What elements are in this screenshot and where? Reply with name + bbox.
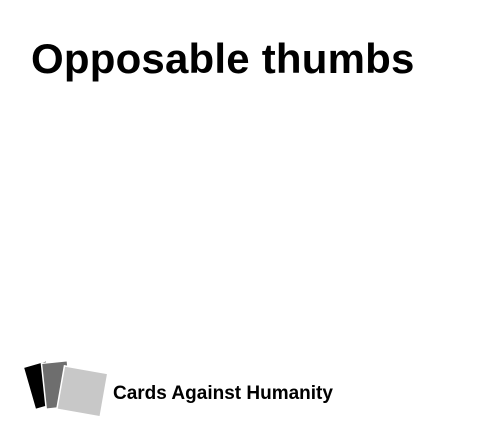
brand-name: Cards Against Humanity — [113, 383, 333, 404]
answer-card: Opposable thumbs Cards Against Humanity — [0, 0, 500, 437]
stacked-cards-icon — [24, 359, 108, 417]
card-text: Opposable thumbs — [31, 35, 415, 82]
